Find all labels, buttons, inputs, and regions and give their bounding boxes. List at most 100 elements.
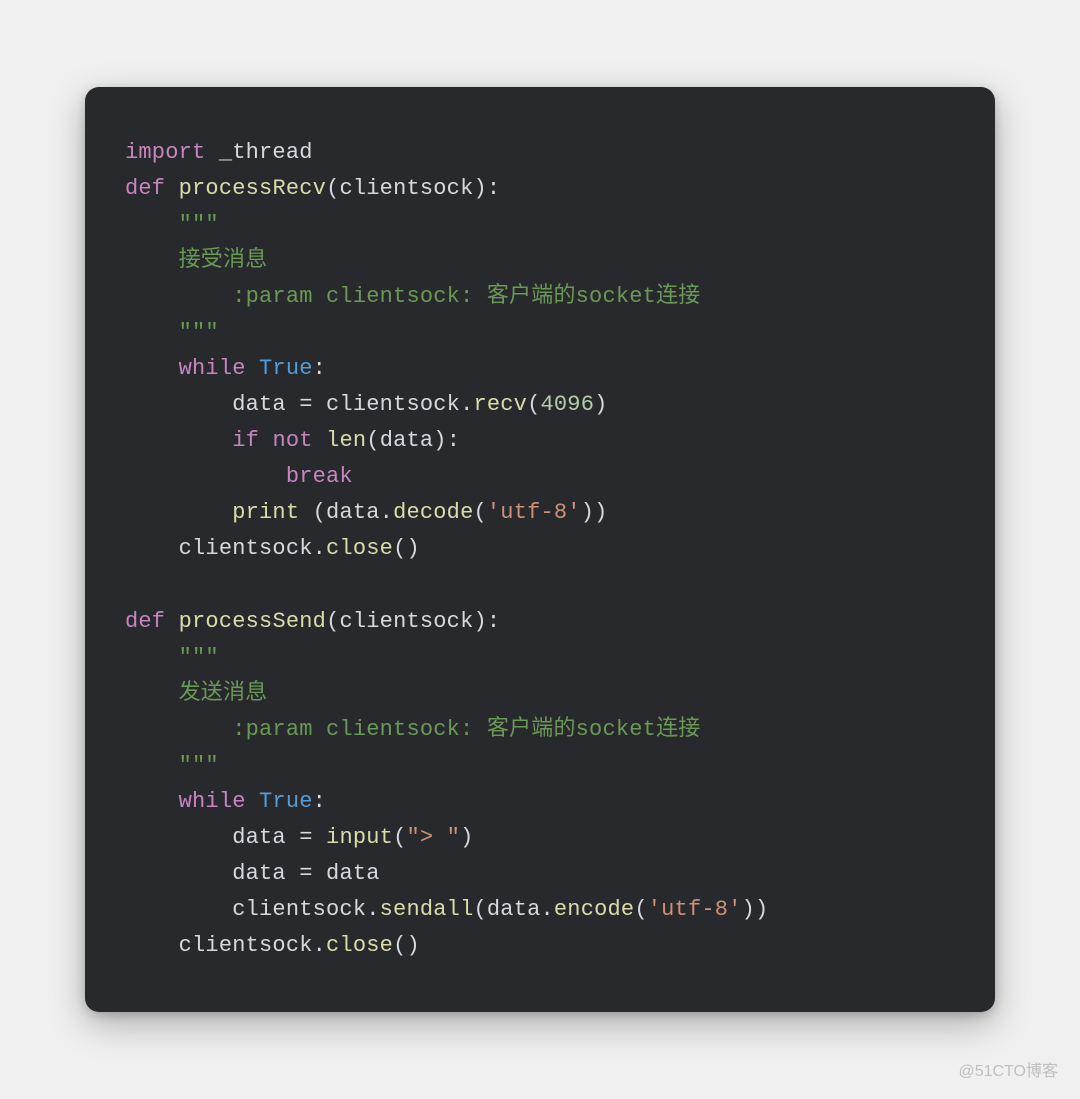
code-token: ) (594, 392, 607, 417)
code-token: clientsock. (313, 392, 474, 417)
code-token: """ (179, 212, 219, 237)
watermark: @51CTO博客 (958, 1057, 1058, 1081)
code-token (299, 500, 312, 525)
code-card: import _thread def processRecv(clientsoc… (85, 87, 995, 1013)
code-token: import (125, 140, 205, 165)
code-line: clientsock.close() (125, 536, 420, 561)
code-token: while (179, 356, 246, 381)
code-token: ( (366, 428, 379, 453)
code-token: )) (581, 500, 608, 525)
code-token: processRecv (179, 176, 326, 201)
code-token: ): (433, 428, 460, 453)
code-line: while True: (125, 356, 326, 381)
code-token: close (326, 933, 393, 958)
code-line: """ (125, 645, 219, 670)
code-line: print (data.decode('utf-8')) (125, 500, 608, 525)
code-token: : (313, 356, 326, 381)
code-token: data (232, 861, 299, 886)
code-token: 'utf-8' (487, 500, 581, 525)
code-token: ): (474, 176, 501, 201)
code-token: data (232, 392, 299, 417)
code-token: """ (179, 753, 219, 778)
code-line: clientsock.close() (125, 933, 420, 958)
code-token: 4096 (540, 392, 594, 417)
code-token: :param clientsock: 客户端的socket连接 (232, 284, 700, 309)
code-token: = (299, 861, 312, 886)
code-line: import _thread (125, 140, 313, 165)
code-token: _thread (205, 140, 312, 165)
code-token: () (393, 536, 420, 561)
code-token: ( (313, 500, 326, 525)
code-line: data = clientsock.recv(4096) (125, 392, 608, 417)
code-line: data = data (125, 861, 380, 886)
code-token: ): (474, 609, 501, 634)
code-token: data. (487, 897, 554, 922)
code-token: clientsock (339, 176, 473, 201)
code-token: True (259, 789, 313, 814)
code-line: 接受消息 (125, 248, 267, 273)
code-token (165, 609, 178, 634)
code-token: """ (179, 320, 219, 345)
code-line: :param clientsock: 客户端的socket连接 (125, 717, 700, 742)
code-token: ( (527, 392, 540, 417)
code-line: 发送消息 (125, 681, 267, 706)
code-token: sendall (380, 897, 474, 922)
code-token: :param clientsock: 客户端的socket连接 (232, 717, 700, 742)
code-block: import _thread def processRecv(clientsoc… (125, 135, 955, 965)
code-token: ( (473, 500, 486, 525)
code-token: encode (554, 897, 634, 922)
code-token: not (272, 428, 312, 453)
code-line: def processRecv(clientsock): (125, 176, 500, 201)
code-token: ( (326, 609, 339, 634)
code-token: () (393, 933, 420, 958)
code-token: print (232, 500, 299, 525)
code-token: = (299, 825, 312, 850)
code-line: while True: (125, 789, 326, 814)
code-token: clientsock (339, 609, 473, 634)
code-token: len (326, 428, 366, 453)
code-token (313, 825, 326, 850)
code-line: """ (125, 753, 219, 778)
code-token: clientsock. (179, 933, 326, 958)
code-line: clientsock.sendall(data.encode('utf-8')) (125, 897, 768, 922)
code-line: """ (125, 212, 219, 237)
code-token: ( (473, 897, 486, 922)
code-line: """ (125, 320, 219, 345)
code-token: data. (326, 500, 393, 525)
code-token: ( (634, 897, 647, 922)
code-token: clientsock. (179, 536, 326, 561)
code-token: processSend (179, 609, 326, 634)
code-token: def (125, 176, 165, 201)
code-token: data (232, 825, 299, 850)
code-token: while (179, 789, 246, 814)
code-token (165, 176, 178, 201)
code-token: 接受消息 (179, 248, 268, 273)
code-token: : (313, 789, 326, 814)
code-token: input (326, 825, 393, 850)
code-token: close (326, 536, 393, 561)
code-token: )) (742, 897, 769, 922)
code-token: if (232, 428, 259, 453)
code-token: decode (393, 500, 473, 525)
code-token: data (380, 428, 434, 453)
code-token: ( (326, 176, 339, 201)
code-token: def (125, 609, 165, 634)
code-token: break (286, 464, 353, 489)
code-token (246, 789, 259, 814)
code-line: def processSend(clientsock): (125, 609, 500, 634)
code-token: = (299, 392, 312, 417)
code-token: recv (473, 392, 527, 417)
code-token: ) (460, 825, 473, 850)
code-token (246, 356, 259, 381)
code-token: 发送消息 (179, 681, 268, 706)
code-line: :param clientsock: 客户端的socket连接 (125, 284, 700, 309)
code-line: break (125, 464, 353, 489)
code-line: data = input("> ") (125, 825, 473, 850)
code-line: if not len(data): (125, 428, 460, 453)
code-token (313, 428, 326, 453)
code-token: """ (179, 645, 219, 670)
code-token: clientsock. (232, 897, 379, 922)
code-token: data (313, 861, 380, 886)
code-token: "> " (406, 825, 460, 850)
code-token: 'utf-8' (648, 897, 742, 922)
